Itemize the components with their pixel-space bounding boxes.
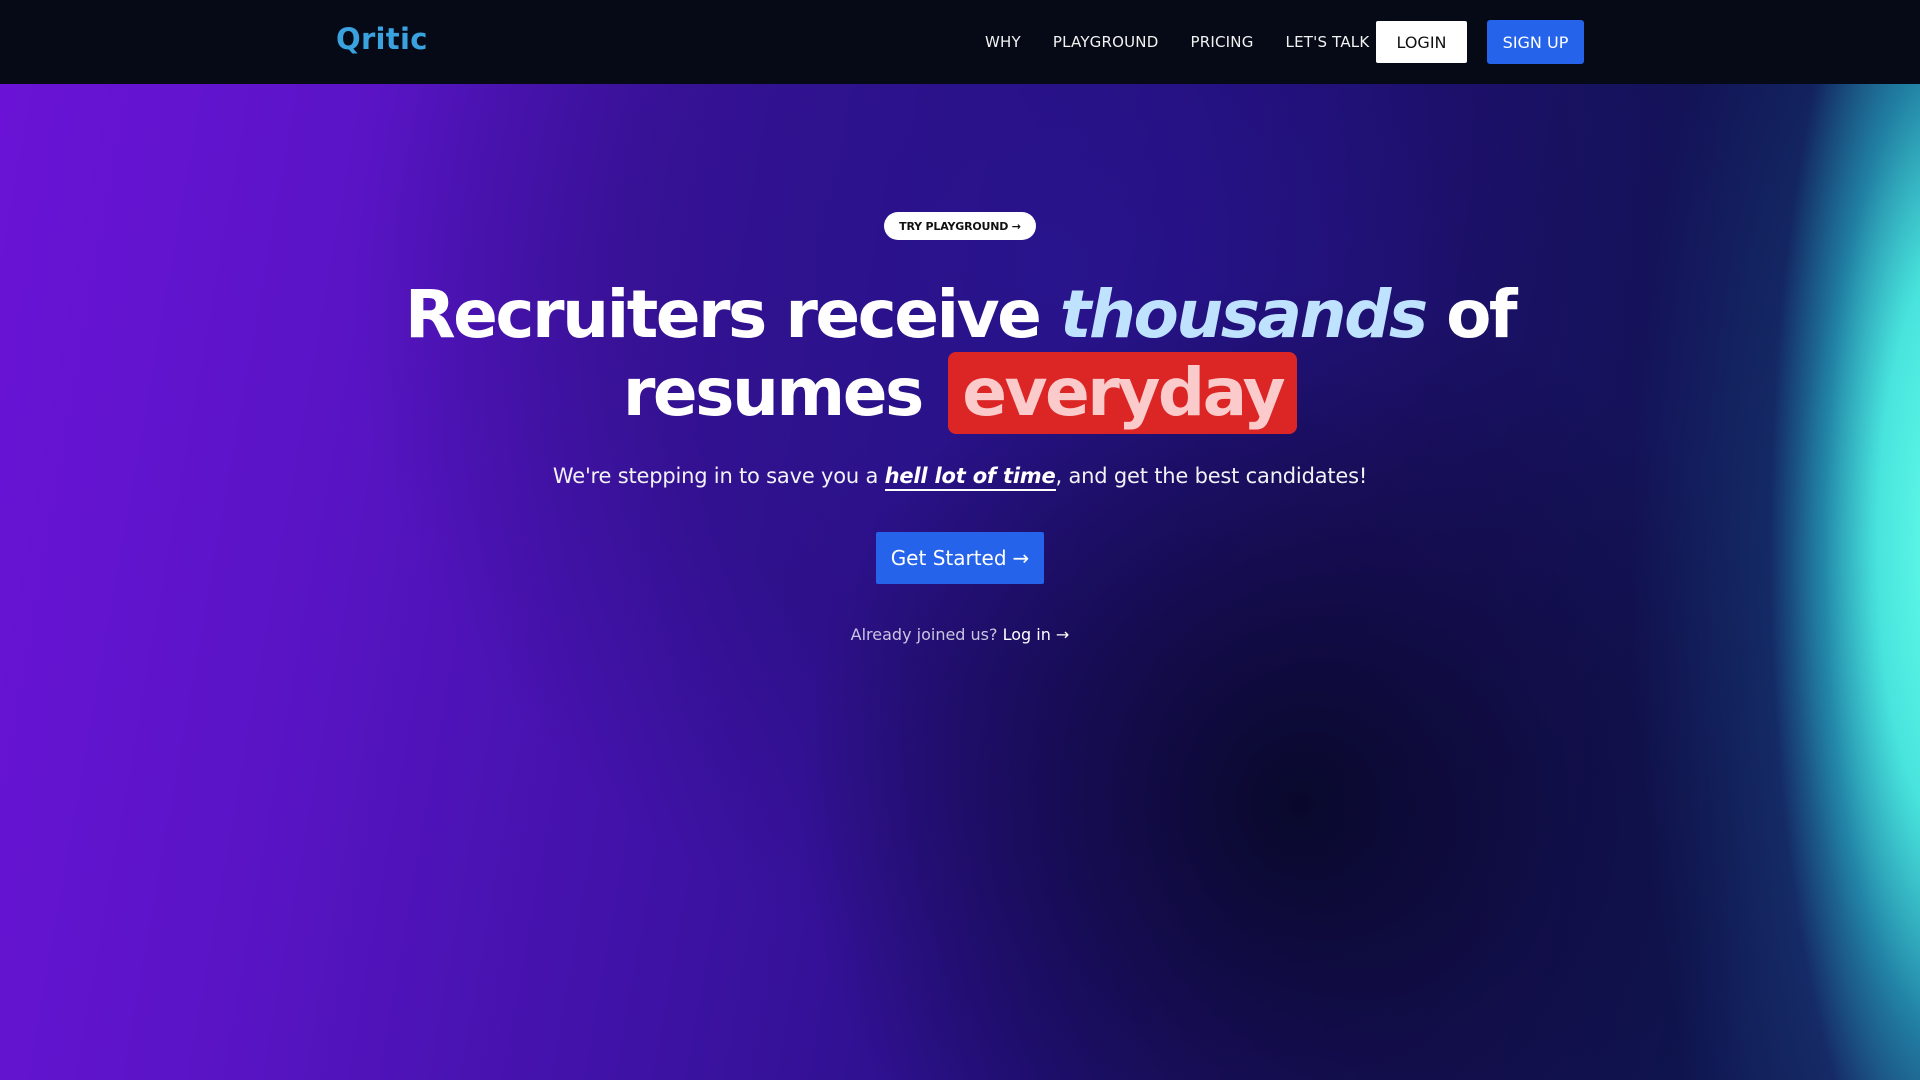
signup-button[interactable]: SIGN UP (1487, 20, 1584, 64)
nav-link-pricing[interactable]: PRICING (1190, 33, 1253, 51)
already-joined: Already joined us? Log in → (760, 625, 1160, 644)
try-playground-pill[interactable]: TRY PLAYGROUND → (884, 212, 1036, 240)
nav-link-playground[interactable]: PLAYGROUND (1053, 33, 1159, 51)
nav-link-why[interactable]: WHY (985, 33, 1021, 51)
headline-text-2: of (1425, 276, 1518, 353)
top-navbar: Qritic WHY PLAYGROUND PRICING LET'S TALK… (0, 0, 1920, 84)
arrow-right-icon: → (1012, 546, 1030, 570)
login-link[interactable]: Log in → (1003, 625, 1070, 644)
headline-emphasis: thousands (1059, 276, 1428, 353)
subtext-emphasis: hell lot of time (884, 464, 1056, 491)
nav-links: WHY PLAYGROUND PRICING LET'S TALK (985, 0, 1369, 84)
login-button[interactable]: LOGIN (1376, 21, 1467, 63)
headline-badge: everyday (948, 352, 1298, 434)
already-joined-text: Already joined us? (850, 625, 1003, 644)
headline-text-1: Recruiters receive (404, 276, 1060, 353)
get-started-button[interactable]: Get Started → (876, 532, 1044, 584)
subtext-before: We're stepping in to save you a (552, 464, 885, 488)
hero-section: TRY PLAYGROUND → Recruiters receive thou… (0, 84, 1920, 1080)
hero-subtext: We're stepping in to save you a hell lot… (400, 464, 1520, 491)
hero-content: TRY PLAYGROUND → Recruiters receive thou… (0, 84, 1920, 1080)
headline-text-3: resumes (622, 354, 943, 431)
brand-logo[interactable]: Qritic (336, 22, 428, 56)
nav-link-lets-talk[interactable]: LET'S TALK (1286, 33, 1370, 51)
hero-headline: Recruiters receive thousands of resumes … (360, 278, 1560, 434)
subtext-after: , and get the best candidates! (1055, 464, 1368, 488)
get-started-label: Get Started (890, 546, 1007, 570)
